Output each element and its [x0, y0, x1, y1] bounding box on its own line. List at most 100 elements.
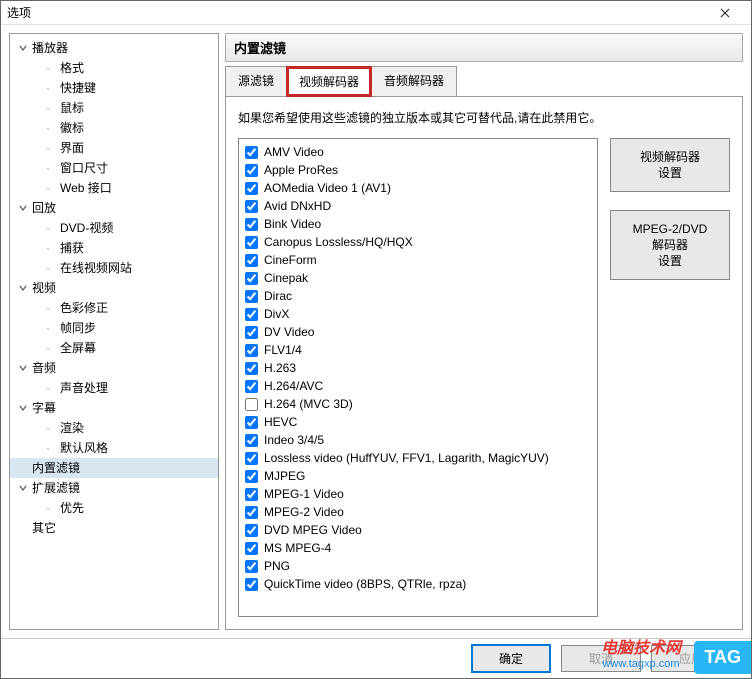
codec-checkbox[interactable] [245, 470, 258, 483]
tab[interactable]: 视频解码器 [286, 66, 372, 97]
codec-item[interactable]: DivX [243, 305, 593, 323]
tree-item[interactable]: ·声音处理 [10, 378, 218, 398]
codec-item[interactable]: Canopus Lossless/HQ/HQX [243, 233, 593, 251]
codec-checkbox[interactable] [245, 218, 258, 231]
tree-group[interactable]: 字幕 [10, 398, 218, 418]
tree-item[interactable]: ·界面 [10, 138, 218, 158]
tree-item[interactable]: ·快捷键 [10, 78, 218, 98]
codec-item[interactable]: CineForm [243, 251, 593, 269]
tree-group-label: 回放 [32, 200, 56, 216]
tree-group[interactable]: 音频 [10, 358, 218, 378]
codec-checkbox[interactable] [245, 416, 258, 429]
codec-checkbox[interactable] [245, 560, 258, 573]
codec-checkbox[interactable] [245, 398, 258, 411]
tree-item-label: 声音处理 [60, 380, 108, 396]
codec-item[interactable]: PNG [243, 557, 593, 575]
codec-checkbox[interactable] [245, 452, 258, 465]
codec-checkbox[interactable] [245, 542, 258, 555]
codec-checkbox[interactable] [245, 182, 258, 195]
decoder-settings-button[interactable]: MPEG-2/DVD解码器设置 [610, 210, 730, 280]
codec-item[interactable]: Dirac [243, 287, 593, 305]
codec-label: MS MPEG-4 [264, 540, 331, 556]
ok-button[interactable]: 确定 [471, 644, 551, 673]
tree-item[interactable]: ·格式 [10, 58, 218, 78]
codec-checkbox[interactable] [245, 200, 258, 213]
codec-item[interactable]: HEVC [243, 413, 593, 431]
codec-item[interactable]: H.264 (MVC 3D) [243, 395, 593, 413]
codec-item[interactable]: MPEG-1 Video [243, 485, 593, 503]
tree-item[interactable]: ·默认风格 [10, 438, 218, 458]
tree-group[interactable]: 视频 [10, 278, 218, 298]
tree-item[interactable]: ·色彩修正 [10, 298, 218, 318]
codec-checkbox[interactable] [245, 578, 258, 591]
codec-item[interactable]: Cinepak [243, 269, 593, 287]
button-label-line: 视频解码器 [640, 150, 700, 164]
tree-group[interactable]: 其它 [10, 518, 218, 538]
panel-body: 如果您希望使用这些滤镜的独立版本或其它可替代品,请在此禁用它。 AMV Vide… [225, 97, 743, 630]
codec-checkbox[interactable] [245, 488, 258, 501]
codec-checkbox[interactable] [245, 434, 258, 447]
tree-item[interactable]: ·优先 [10, 498, 218, 518]
cancel-button[interactable]: 取消 [561, 645, 641, 672]
tab-label: 源滤镜 [238, 74, 274, 88]
codec-checkbox[interactable] [245, 290, 258, 303]
tree-group[interactable]: 内置滤镜 [10, 458, 218, 478]
chevron-down-icon[interactable] [16, 361, 30, 375]
codec-checkbox[interactable] [245, 344, 258, 357]
tree-item[interactable]: ·Web 接口 [10, 178, 218, 198]
codec-item[interactable]: Apple ProRes [243, 161, 593, 179]
codec-item[interactable]: AOMedia Video 1 (AV1) [243, 179, 593, 197]
tree-item[interactable]: ·全屏幕 [10, 338, 218, 358]
chevron-down-icon[interactable] [16, 41, 30, 55]
codec-item[interactable]: Bink Video [243, 215, 593, 233]
tree-item[interactable]: ·鼠标 [10, 98, 218, 118]
codec-item[interactable]: QuickTime video (8BPS, QTRle, rpza) [243, 575, 593, 593]
chevron-down-icon[interactable] [16, 281, 30, 295]
tree-group[interactable]: 回放 [10, 198, 218, 218]
codec-item[interactable]: H.263 [243, 359, 593, 377]
tab[interactable]: 源滤镜 [225, 66, 287, 96]
codec-item[interactable]: Avid DNxHD [243, 197, 593, 215]
tree-group[interactable]: 扩展滤镜 [10, 478, 218, 498]
codec-checkbox[interactable] [245, 164, 258, 177]
tree-item[interactable]: ·徽标 [10, 118, 218, 138]
tree-item[interactable]: ·捕获 [10, 238, 218, 258]
codec-item[interactable]: Indeo 3/4/5 [243, 431, 593, 449]
codec-item[interactable]: MPEG-2 Video [243, 503, 593, 521]
codec-checkbox[interactable] [245, 272, 258, 285]
tab[interactable]: 音频解码器 [371, 66, 457, 96]
codec-item[interactable]: DV Video [243, 323, 593, 341]
chevron-down-icon[interactable] [16, 481, 30, 495]
chevron-down-icon[interactable] [16, 401, 30, 415]
codec-label: H.264 (MVC 3D) [264, 396, 353, 412]
tree-group[interactable]: 播放器 [10, 38, 218, 58]
codec-checkbox[interactable] [245, 326, 258, 339]
codec-item[interactable]: MS MPEG-4 [243, 539, 593, 557]
tree-item[interactable]: ·在线视频网站 [10, 258, 218, 278]
codec-checkbox[interactable] [245, 362, 258, 375]
apply-button[interactable]: 应用 [651, 645, 731, 672]
codec-checkbox[interactable] [245, 380, 258, 393]
decoder-settings-button[interactable]: 视频解码器设置 [610, 138, 730, 192]
tree-item[interactable]: ·渲染 [10, 418, 218, 438]
codec-checkbox[interactable] [245, 506, 258, 519]
tree-item[interactable]: ·窗口尺寸 [10, 158, 218, 178]
codec-checkbox[interactable] [245, 524, 258, 537]
tree-item[interactable]: ·帧同步 [10, 318, 218, 338]
codec-item[interactable]: MJPEG [243, 467, 593, 485]
codec-checkbox[interactable] [245, 146, 258, 159]
codec-checkbox[interactable] [245, 254, 258, 267]
codec-checkbox[interactable] [245, 308, 258, 321]
codec-item[interactable]: H.264/AVC [243, 377, 593, 395]
close-button[interactable] [705, 1, 745, 25]
codec-checkbox[interactable] [245, 236, 258, 249]
codec-item[interactable]: FLV1/4 [243, 341, 593, 359]
chevron-down-icon[interactable] [16, 201, 30, 215]
tree-item[interactable]: ·DVD-视频 [10, 218, 218, 238]
codec-list[interactable]: AMV VideoApple ProResAOMedia Video 1 (AV… [238, 138, 598, 617]
category-tree[interactable]: 播放器·格式·快捷键·鼠标·徽标·界面·窗口尺寸·Web 接口回放 ·DVD-视频… [9, 33, 219, 630]
codec-item[interactable]: AMV Video [243, 143, 593, 161]
button-label-line: MPEG-2/DVD [633, 222, 708, 236]
codec-item[interactable]: DVD MPEG Video [243, 521, 593, 539]
codec-item[interactable]: Lossless video (HuffYUV, FFV1, Lagarith,… [243, 449, 593, 467]
